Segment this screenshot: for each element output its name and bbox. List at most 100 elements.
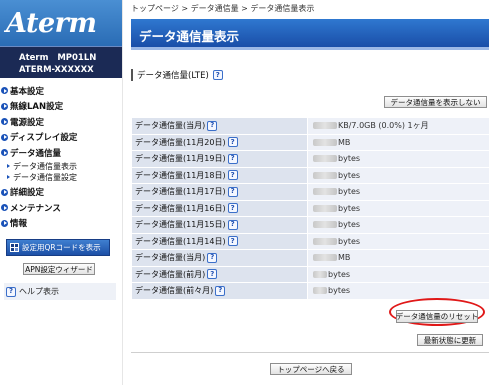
table-row: データ通信量(11月19日)? bytes: [131, 150, 490, 168]
row-label: データ通信量(11月20日): [135, 137, 226, 147]
main-content: トップページ > データ通信量 > データ通信量表示 データ通信量表示 データ通…: [124, 0, 500, 385]
data-usage-table: データ通信量(当月)? KB/7.0GB (0.0%) 1ヶ月 データ通信量(1…: [131, 117, 490, 300]
arrow-bullet-icon: [1, 188, 8, 196]
redacted-value: [313, 270, 327, 278]
table-row: データ通信量(11月18日)? bytes: [131, 166, 490, 184]
arrow-bullet-icon: [1, 118, 8, 126]
redacted-value: [313, 188, 337, 196]
row-label: データ通信量(前々月): [135, 286, 214, 296]
sidebar-item-data-usage[interactable]: データ通信量: [0, 145, 122, 161]
redacted-value: [313, 138, 337, 146]
sidebar-nav: 基本設定 無線LAN設定 電源設定 ディスプレイ設定 データ通信量 データ通信量…: [0, 78, 122, 231]
table-row: データ通信量(当月)? MB: [131, 249, 490, 267]
triangle-bullet-icon: [7, 175, 10, 179]
reset-data-usage-button[interactable]: データ通信量のリセット: [396, 310, 478, 323]
redacted-value: [313, 204, 337, 212]
sidebar-item-label: データ通信量: [10, 148, 62, 159]
sidebar-item-maintenance[interactable]: メンテナンス: [0, 200, 122, 216]
row-value: bytes: [338, 203, 361, 213]
help-icon[interactable]: ?: [207, 269, 218, 280]
help-label: ヘルプ表示: [19, 287, 59, 296]
sidebar: Aterm Aterm MP01LN ATERM-XXXXXX 基本設定 無線L…: [0, 0, 123, 385]
arrow-bullet-icon: [1, 87, 8, 95]
row-label: データ通信量(11月16日): [135, 203, 226, 213]
help-icon[interactable]: ?: [215, 285, 226, 296]
redacted-value: [313, 287, 327, 295]
help-icon[interactable]: ?: [227, 186, 238, 197]
section-marker: [131, 69, 133, 81]
page-title: データ通信量表示: [131, 19, 489, 50]
help-icon: ?: [6, 286, 16, 297]
row-label: データ通信量(11月15日): [135, 220, 226, 230]
table-row: データ通信量(11月17日)? bytes: [131, 183, 490, 201]
redacted-value: [313, 237, 337, 245]
table-row: データ通信量(11月14日)? bytes: [131, 232, 490, 250]
divider: [131, 352, 489, 353]
row-value: bytes: [338, 236, 361, 246]
help-toggle[interactable]: ? ヘルプ表示: [4, 283, 116, 300]
row-value: KB/7.0GB (0.0%) 1ヶ月: [338, 121, 429, 131]
arrow-bullet-icon: [1, 204, 8, 212]
help-icon[interactable]: ?: [227, 236, 238, 247]
arrow-bullet-icon: [1, 102, 8, 110]
breadcrumb[interactable]: トップページ > データ通信量 > データ通信量表示: [131, 3, 314, 14]
sidebar-subitem-data-usage-display[interactable]: データ通信量表示: [0, 161, 122, 172]
model-name: Aterm MP01LN: [19, 53, 97, 63]
row-value: bytes: [328, 269, 351, 279]
sidebar-item-label: 電源設定: [10, 117, 45, 128]
sidebar-item-power[interactable]: 電源設定: [0, 114, 122, 130]
arrow-bullet-icon: [1, 149, 8, 157]
redacted-value: [313, 122, 337, 130]
help-icon[interactable]: ?: [227, 219, 238, 230]
qr-code-icon: [10, 243, 19, 252]
row-label: データ通信量(当月): [135, 121, 206, 131]
help-icon[interactable]: ?: [227, 153, 238, 164]
table-row: データ通信量(11月20日)? MB: [131, 133, 490, 151]
help-icon[interactable]: ?: [207, 120, 218, 131]
redacted-value: [313, 155, 337, 163]
help-icon[interactable]: ?: [227, 203, 238, 214]
help-icon[interactable]: ?: [227, 137, 238, 148]
row-value: MB: [338, 137, 351, 147]
sidebar-item-label: ディスプレイ設定: [10, 133, 78, 144]
redacted-value: [313, 171, 337, 179]
sidebar-subitem-label: データ通信量表示: [13, 161, 77, 171]
model-info: Aterm MP01LN ATERM-XXXXXX: [0, 46, 122, 78]
row-value: bytes: [338, 170, 361, 180]
sidebar-item-display[interactable]: ディスプレイ設定: [0, 130, 122, 146]
help-icon[interactable]: ?: [207, 252, 218, 263]
triangle-bullet-icon: [7, 164, 10, 168]
sidebar-item-label: 詳細設定: [10, 188, 45, 199]
arrow-bullet-icon: [1, 133, 8, 141]
refresh-button[interactable]: 最新状態に更新: [417, 334, 483, 346]
redacted-value: [313, 254, 337, 262]
sidebar-item-basic-settings[interactable]: 基本設定: [0, 83, 122, 99]
row-label: データ通信量(11月19日): [135, 154, 226, 164]
row-label: データ通信量(当月): [135, 253, 206, 263]
row-label: データ通信量(11月14日): [135, 236, 226, 246]
row-value: MB: [338, 253, 351, 263]
sidebar-item-info[interactable]: 情報: [0, 216, 122, 232]
section-title: データ通信量(LTE): [137, 71, 209, 81]
sidebar-item-label: メンテナンス: [10, 203, 61, 214]
help-icon[interactable]: ?: [212, 70, 223, 80]
sidebar-item-wireless-lan[interactable]: 無線LAN設定: [0, 99, 122, 115]
section-header: データ通信量(LTE) ?: [131, 68, 226, 82]
sidebar-item-label: 無線LAN設定: [10, 102, 64, 113]
row-label: データ通信量(11月18日): [135, 170, 226, 180]
apn-wizard-button[interactable]: APN設定ウィザード: [23, 263, 95, 275]
redacted-value: [313, 221, 337, 229]
sidebar-item-label: 情報: [10, 219, 28, 230]
sidebar-item-advanced[interactable]: 詳細設定: [0, 185, 122, 201]
table-row: データ通信量(前々月)? bytes: [131, 282, 490, 300]
row-value: bytes: [338, 187, 361, 197]
back-to-top-button[interactable]: トップページへ戻る: [270, 363, 352, 375]
help-icon[interactable]: ?: [227, 170, 238, 181]
sidebar-subitem-data-usage-settings[interactable]: データ通信量設定: [0, 172, 122, 183]
hide-data-usage-button[interactable]: データ通信量を表示しない: [384, 96, 487, 108]
show-qr-code-button[interactable]: 設定用QRコードを表示: [6, 239, 110, 256]
row-value: bytes: [338, 154, 361, 164]
table-row: データ通信量(当月)? KB/7.0GB (0.0%) 1ヶ月: [131, 117, 490, 135]
device-id: ATERM-XXXXXX: [19, 65, 94, 75]
sidebar-item-label: 基本設定: [10, 86, 45, 97]
